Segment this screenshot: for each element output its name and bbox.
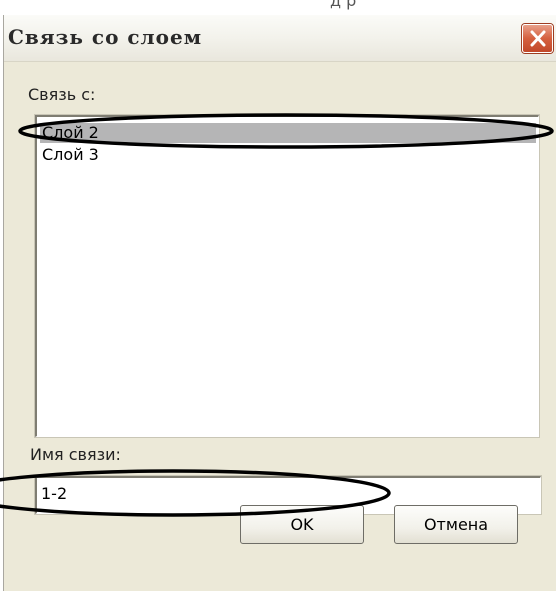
close-icon	[530, 30, 546, 47]
title-bar: Связь со слоем	[4, 15, 556, 62]
ok-button[interactable]: OK	[240, 505, 364, 544]
link-name-label: Имя связи:	[30, 445, 121, 464]
dialog-title: Связь со слоем	[8, 25, 203, 49]
cancel-button[interactable]: Отмена	[394, 505, 518, 544]
clipped-text: д р	[330, 0, 556, 10]
layer-listbox[interactable]: Слой 2 Слой 3	[35, 115, 539, 437]
link-with-label: Связь с:	[28, 85, 96, 104]
list-item-layer-3[interactable]: Слой 3	[40, 145, 99, 165]
clipped-text-label: д р	[330, 0, 357, 10]
list-item-layer-2[interactable]: Слой 2	[40, 123, 536, 143]
close-button[interactable]	[522, 24, 553, 53]
dialog-window: Связь со слоем Связь с: Слой 2 Слой 3 Им…	[3, 15, 556, 591]
